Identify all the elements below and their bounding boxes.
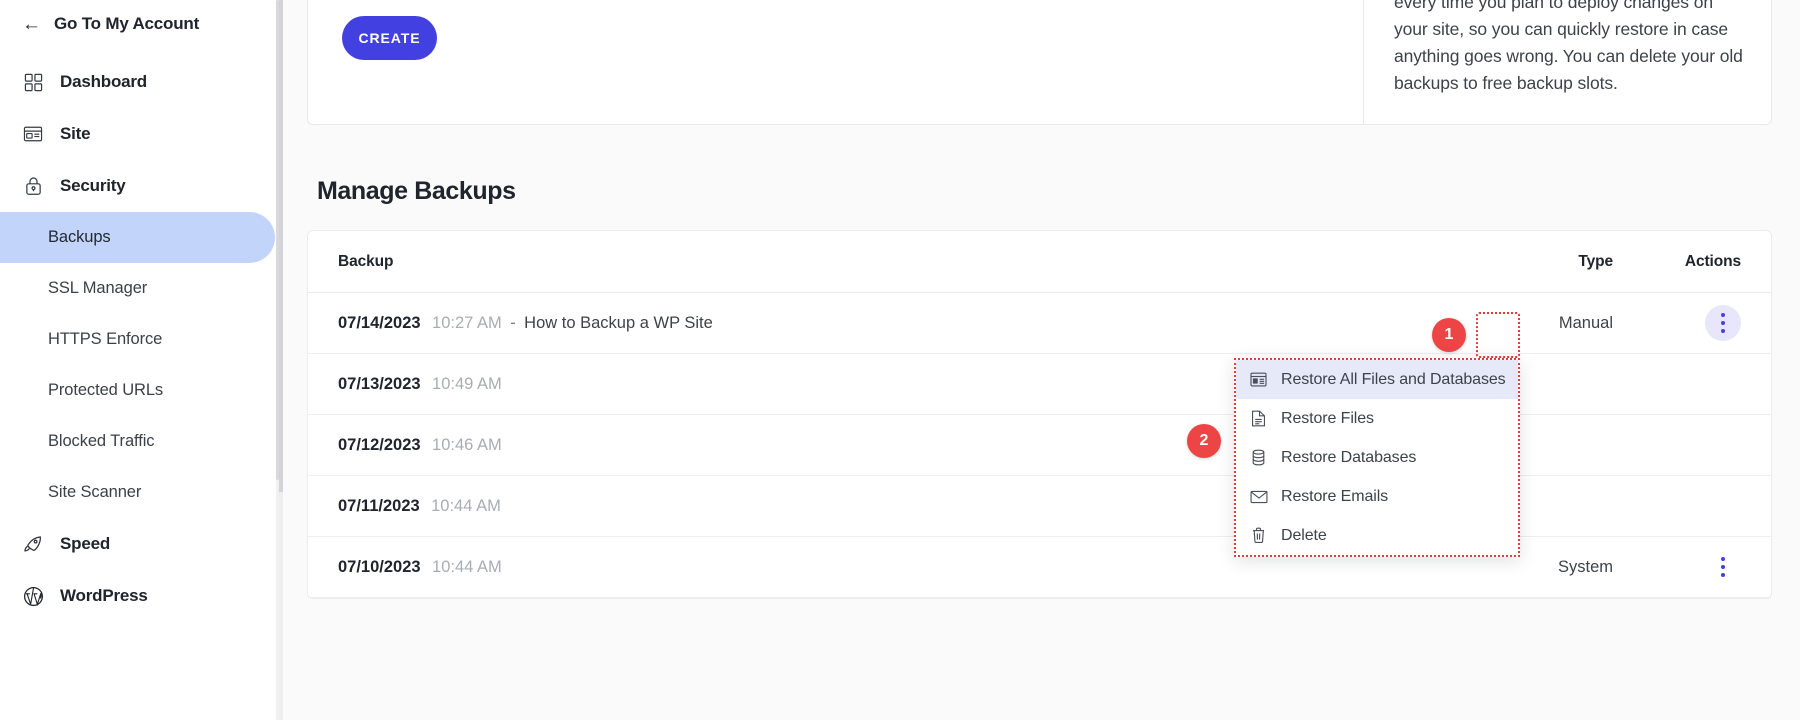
menu-item-delete[interactable]: Delete (1236, 516, 1518, 555)
sidebar-item-https-enforce-label: HTTPS Enforce (48, 330, 163, 348)
kebab-dot (1721, 565, 1725, 569)
wordpress-icon (22, 585, 44, 607)
kebab-dot (1721, 329, 1725, 333)
backup-type: System (1557, 557, 1613, 576)
kebab-dot (1721, 313, 1725, 317)
main-scrollbar-thumb[interactable] (279, 0, 283, 492)
menu-item-label: Restore All Files and Databases (1281, 370, 1506, 388)
sidebar-item-speed[interactable]: Speed (0, 518, 279, 570)
database-icon (1249, 448, 1268, 467)
sidebar-item-backups-label: Backups (48, 228, 111, 246)
backup-separator: - (510, 313, 516, 332)
go-to-my-account-link[interactable]: ← Go To My Account (0, 0, 279, 48)
backup-time: 10:44 AM (431, 496, 501, 515)
backup-date: 07/10/2023 (338, 557, 421, 576)
menu-item-restore-databases[interactable]: Restore Databases (1236, 438, 1518, 477)
backups-table: Backup Type Actions 07/14/2023 10:27 AM … (307, 230, 1772, 599)
backup-cell: 07/10/2023 10:44 AM (338, 558, 1461, 577)
backup-date: 07/12/2023 (338, 435, 421, 454)
kebab-dot (1721, 557, 1725, 561)
sidebar-item-ssl-manager[interactable]: SSL Manager (0, 263, 275, 314)
sidebar-item-site-label: Site (60, 124, 91, 143)
backup-time: 10:49 AM (432, 374, 502, 393)
sidebar-item-backups[interactable]: Backups (0, 212, 275, 263)
table-header-row: Backup Type Actions (308, 231, 1771, 293)
app-root: ← Go To My Account Dashboard Site Securi… (0, 0, 1800, 720)
arrow-left-icon: ← (22, 13, 41, 35)
sidebar-item-wordpress-label: WordPress (60, 586, 148, 605)
lock-icon (22, 175, 44, 197)
kebab-dot (1721, 321, 1725, 325)
sidebar-item-site-scanner-label: Site Scanner (48, 483, 142, 501)
main-scrollbar-track[interactable] (279, 0, 283, 720)
menu-item-restore-emails[interactable]: Restore Emails (1236, 477, 1518, 516)
table-row: 07/12/2023 10:46 AM (308, 415, 1771, 476)
sidebar-item-security-label: Security (60, 176, 126, 195)
row-actions-menu-button[interactable] (1705, 549, 1741, 585)
table-row: 07/14/2023 10:27 AM - How to Backup a WP… (308, 293, 1771, 354)
recommendation-text: We recommend that you create a backup ev… (1394, 0, 1743, 93)
menu-item-label: Delete (1281, 526, 1327, 544)
go-to-my-account-label: Go To My Account (54, 14, 200, 33)
kebab-dot (1721, 573, 1725, 577)
sidebar-item-dashboard-label: Dashboard (60, 72, 147, 91)
sidebar: ← Go To My Account Dashboard Site Securi… (0, 0, 279, 720)
sidebar-item-blocked-traffic-label: Blocked Traffic (48, 432, 155, 450)
file-icon (1249, 409, 1268, 428)
sidebar-item-blocked-traffic[interactable]: Blocked Traffic (0, 416, 275, 467)
page-title: Manage Backups (317, 177, 516, 205)
sidebar-item-protected-urls[interactable]: Protected URLs (0, 365, 275, 416)
menu-item-restore-all-files-and-databases[interactable]: Restore All Files and Databases (1236, 360, 1518, 399)
sidebar-item-speed-label: Speed (60, 534, 111, 553)
row-actions (1631, 305, 1741, 341)
recommendation-panel: We recommend that you create a backup ev… (1363, 0, 1771, 124)
sidebar-item-dashboard[interactable]: Dashboard (0, 56, 279, 108)
browser-window-icon (22, 123, 44, 145)
sidebar-item-site-scanner[interactable]: Site Scanner (0, 467, 275, 518)
backup-time: 10:46 AM (432, 435, 502, 454)
backup-note: How to Backup a WP Site (524, 313, 713, 332)
main-content: CREATE 4 We recommend that you create a … (279, 0, 1800, 720)
sidebar-item-wordpress[interactable]: WordPress (0, 570, 279, 622)
column-header-backup: Backup (338, 252, 394, 270)
backup-type: Manual (1558, 313, 1613, 332)
sidebar-item-ssl-manager-label: SSL Manager (48, 279, 148, 297)
annotation-badge-2: 2 (1187, 424, 1221, 458)
table-row: 07/10/2023 10:44 AM System (308, 537, 1771, 598)
annotation-badge-1: 1 (1432, 318, 1466, 352)
backup-cell: 07/14/2023 10:27 AM - How to Backup a WP… (338, 314, 1461, 333)
column-header-type: Type (1578, 252, 1613, 270)
row-actions-dropdown: Restore All Files and Databases Restore … (1234, 358, 1520, 557)
menu-item-label: Restore Emails (1281, 487, 1389, 505)
create-backup-card: CREATE 4 We recommend that you create a … (307, 0, 1772, 125)
backup-date: 07/13/2023 (338, 374, 421, 393)
backup-date: 07/11/2023 (338, 496, 420, 515)
sidebar-nav: Dashboard Site Security Backups SSL Mana… (0, 56, 279, 622)
sidebar-item-https-enforce[interactable]: HTTPS Enforce (0, 314, 275, 365)
create-backup-form: CREATE 4 (308, 0, 1363, 124)
backup-time: 10:27 AM (432, 313, 502, 332)
table-row: 07/13/2023 10:49 AM (308, 354, 1771, 415)
rocket-icon (22, 533, 44, 555)
table-row: 07/11/2023 10:44 AM (308, 476, 1771, 537)
create-button[interactable]: CREATE (342, 16, 437, 60)
backup-time: 10:44 AM (432, 557, 502, 576)
backup-date: 07/14/2023 (338, 313, 421, 332)
menu-item-restore-files[interactable]: Restore Files (1236, 399, 1518, 438)
grid-icon (22, 71, 44, 93)
column-header-actions: Actions (1684, 252, 1741, 270)
row-actions (1631, 549, 1741, 585)
menu-item-label: Restore Databases (1281, 448, 1417, 466)
trash-icon (1249, 526, 1268, 545)
envelope-icon (1249, 487, 1268, 506)
sidebar-item-site[interactable]: Site (0, 108, 279, 160)
row-actions-menu-button[interactable] (1705, 305, 1741, 341)
restore-all-icon (1249, 370, 1268, 389)
sidebar-item-security[interactable]: Security (0, 160, 279, 212)
menu-item-label: Restore Files (1281, 409, 1374, 427)
sidebar-item-protected-urls-label: Protected URLs (48, 381, 164, 399)
